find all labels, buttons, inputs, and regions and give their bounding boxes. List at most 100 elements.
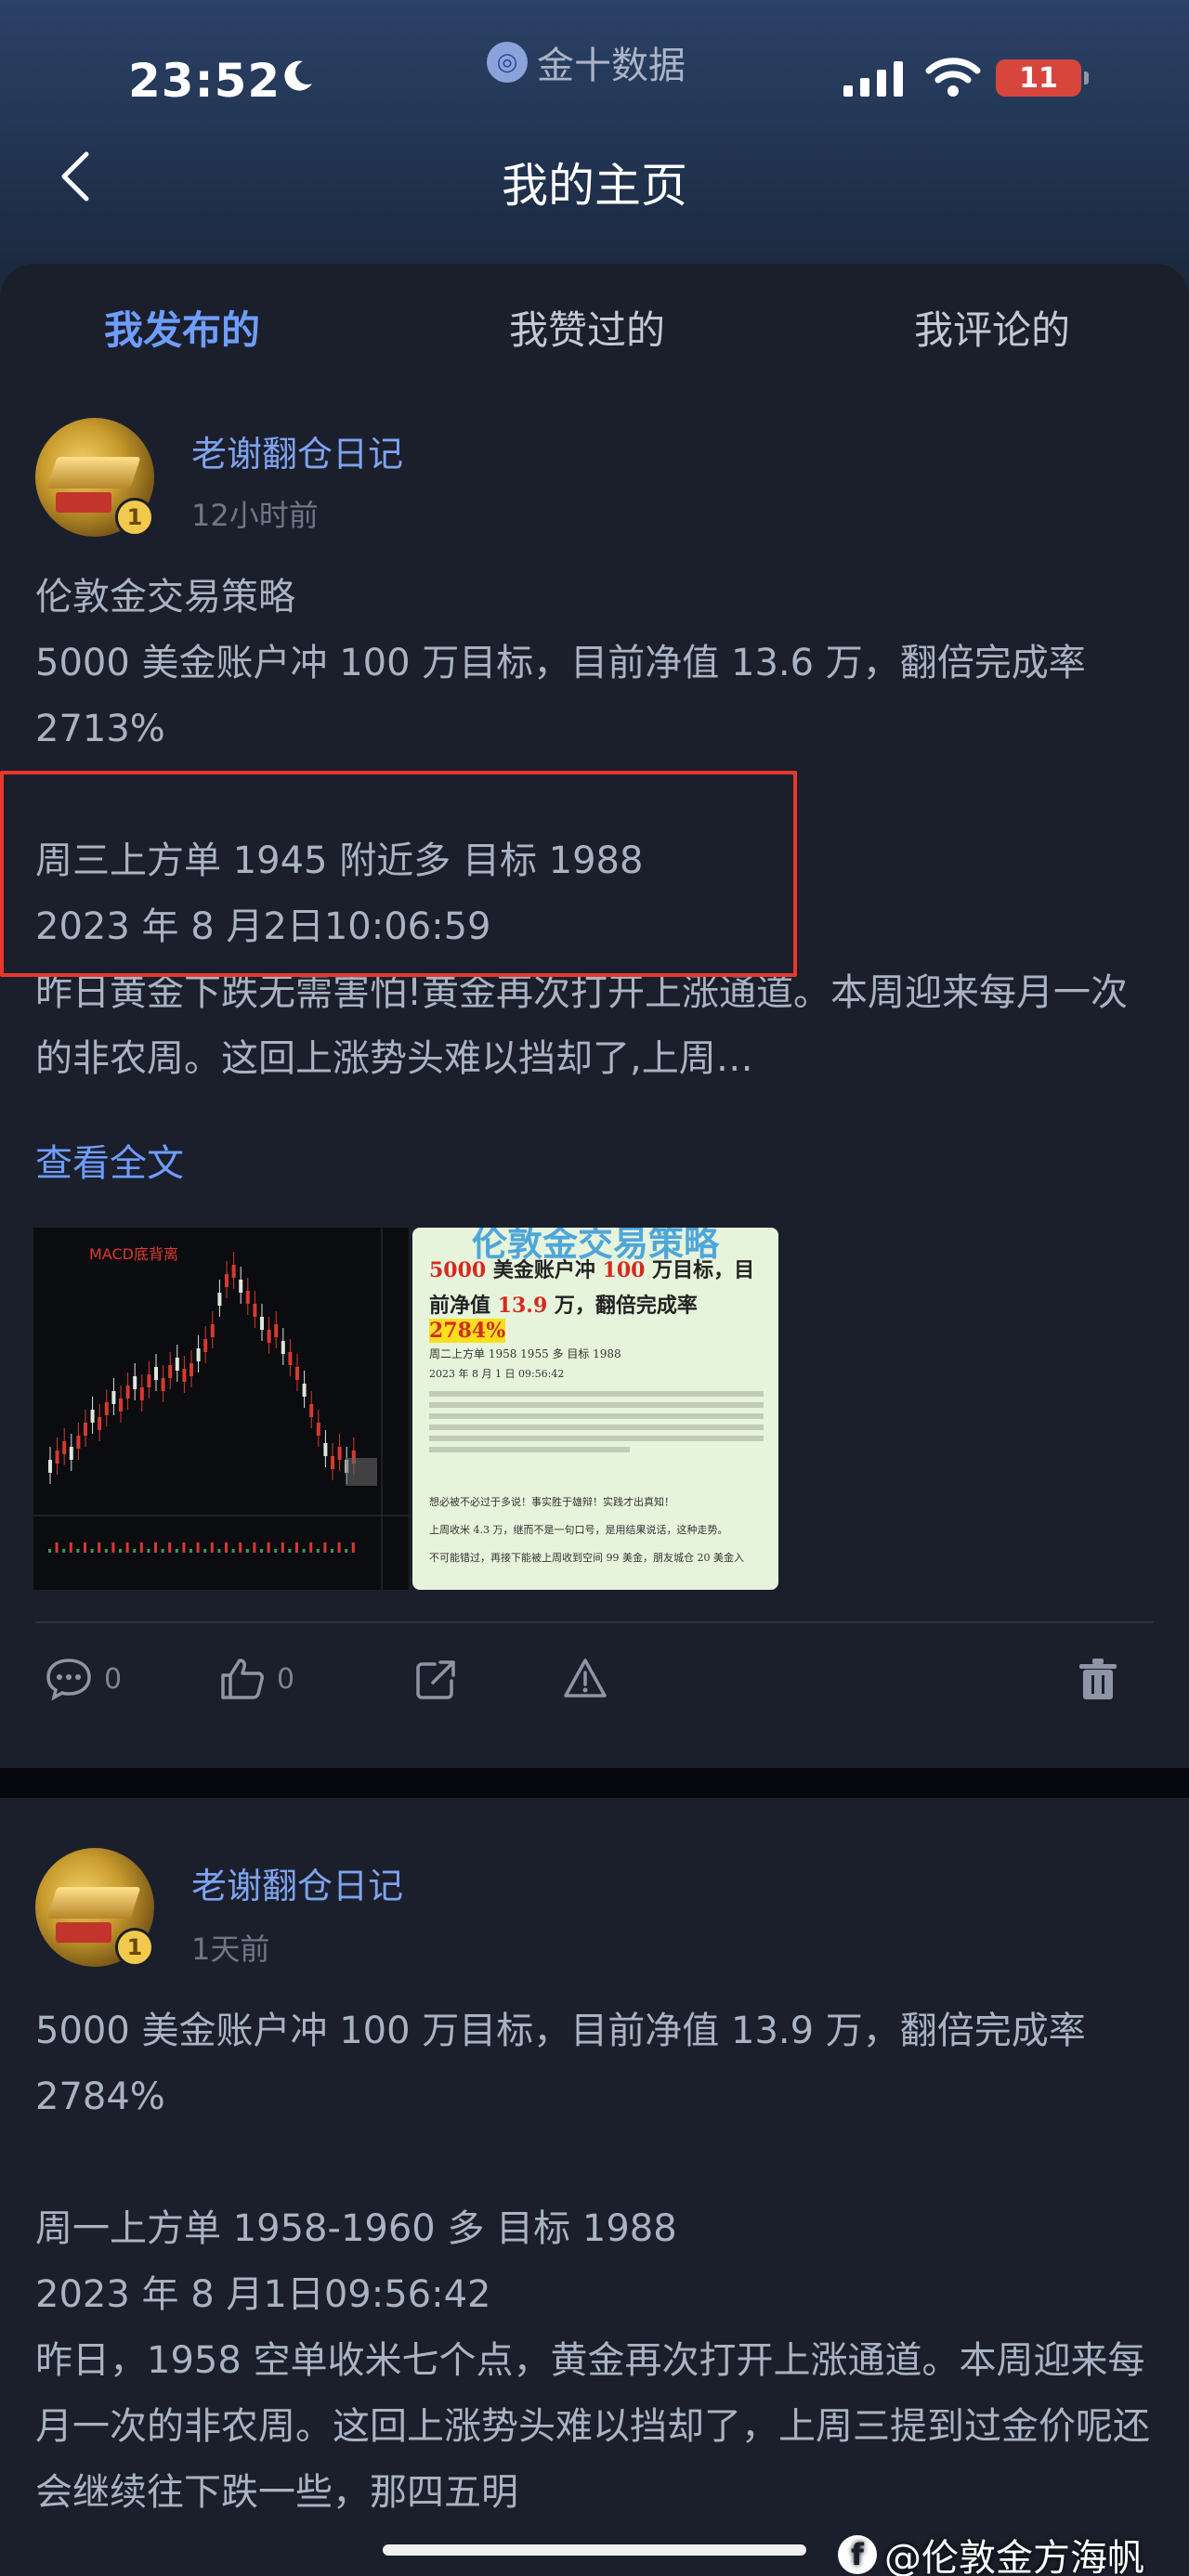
strategy-thumbnail[interactable]: 伦敦金交易策略 5000 美金账户冲 100 万目标，目 前净值 13.9 万，… [412, 1228, 778, 1590]
comment-button[interactable]: 0 [45, 1657, 122, 1701]
macd-bar [161, 1549, 164, 1553]
battery-level: 11 [1019, 61, 1058, 95]
macd-bar [210, 1542, 214, 1553]
like-button[interactable]: 0 [219, 1657, 294, 1701]
source-app-name: 金十数据 [537, 45, 686, 87]
candle-body [55, 1451, 59, 1464]
macd-bar [281, 1542, 284, 1553]
tab-commented[interactable]: 我评论的 [914, 299, 1070, 356]
macd-bar [316, 1549, 320, 1553]
macd-bar [253, 1542, 256, 1553]
strategy-body-lines [429, 1386, 764, 1458]
macd-bar [302, 1549, 306, 1553]
strategy-detail-2: 2023 年 8 月 1 日 09:56:42 [429, 1368, 565, 1380]
signal-icon [843, 61, 903, 97]
macd-bar [288, 1549, 292, 1553]
candle-body [253, 1304, 257, 1317]
macd-bar [147, 1549, 150, 1553]
candle-body [69, 1447, 73, 1460]
candle-body [196, 1348, 201, 1361]
candle-body [84, 1423, 87, 1436]
candle-body [281, 1341, 285, 1354]
battery-icon: 11 [996, 59, 1089, 97]
macd-bar [175, 1549, 178, 1553]
section-separator [0, 1768, 1189, 1798]
candle-body [210, 1324, 215, 1337]
app-logo-icon: ◎ [487, 42, 528, 83]
wifi-icon [925, 58, 981, 97]
macd-bar [111, 1542, 115, 1553]
candle-body [239, 1280, 243, 1293]
candle-body [104, 1402, 109, 1415]
share-button[interactable] [414, 1657, 459, 1701]
nav-bar: 我的主页 [0, 130, 1189, 223]
tab-bar: 我发布的 我赞过的 我评论的 [0, 299, 1189, 373]
author-name[interactable]: 老谢翻仓日记 [191, 1857, 403, 1908]
candle-body [288, 1352, 293, 1365]
macd-bar [154, 1542, 157, 1553]
macd-bar [125, 1542, 129, 1553]
macd-bar [104, 1549, 108, 1553]
tab-published[interactable]: 我发布的 [104, 299, 260, 356]
level-badge: 1 [115, 1928, 154, 1967]
macd-bar [168, 1542, 172, 1553]
candlestick-chart-image: MACD底背离 [33, 1228, 409, 1590]
delete-button[interactable] [1078, 1657, 1118, 1701]
macd-bar [274, 1549, 278, 1553]
candle-body [90, 1410, 95, 1423]
chart-label: MACD底背离 [89, 1245, 178, 1263]
candle-body [267, 1330, 271, 1343]
author-name[interactable]: 老谢翻仓日记 [191, 425, 403, 476]
watermark: f @伦敦金方海帆 [838, 2528, 1144, 2576]
candle-body [189, 1363, 193, 1376]
candle-body [331, 1456, 334, 1469]
macd-bar [351, 1542, 355, 1553]
strategy-line-1: 5000 美金账户冲 100 万目标，目 [429, 1258, 755, 1282]
post-body[interactable]: 5000 美金账户冲 100 万目标，目前净值 13.9 万，翻倍完成率 278… [35, 1998, 1159, 2526]
macd-bar [331, 1549, 333, 1553]
candle-body [154, 1367, 158, 1380]
candle-body [62, 1441, 67, 1454]
candle-body [274, 1324, 279, 1337]
facebook-icon: f [838, 2535, 877, 2574]
page-title: 我的主页 [502, 159, 687, 213]
candle-body [111, 1391, 116, 1404]
report-button[interactable] [563, 1657, 608, 1699]
candle-body [76, 1436, 81, 1449]
strategy-line-2: 前净值 13.9 万，翻倍完成率 2784% [429, 1294, 698, 1343]
like-count: 0 [277, 1662, 295, 1696]
comment-icon [46, 1659, 91, 1701]
chart-thumbnail[interactable]: MACD底背离 [33, 1228, 409, 1590]
candle-body [48, 1460, 52, 1473]
post-time: 12小时前 [191, 498, 319, 533]
macd-bar [189, 1549, 192, 1553]
macd-bar [323, 1542, 327, 1553]
back-to-app[interactable]: ◎ 金十数据 [487, 37, 686, 87]
strategy-detail-4: 上周收米 4.3 万，继而不是一句口号，是用结果说话，这种走势。 [429, 1524, 728, 1536]
macd-bar [203, 1549, 207, 1553]
share-icon [416, 1660, 455, 1699]
tab-liked[interactable]: 我赞过的 [509, 299, 665, 356]
candle-body [161, 1378, 165, 1391]
divider [35, 1621, 1154, 1623]
candle-body [182, 1369, 187, 1382]
strategy-detail-5: 不可能错过，再接下能被上周收到空间 99 美金，朋友城仓 20 美金入 [429, 1552, 744, 1564]
status-time: 23:52 [128, 54, 281, 108]
view-full-link[interactable]: 查看全文 [35, 1133, 184, 1187]
macd-bar [48, 1549, 51, 1553]
candle-body [147, 1374, 151, 1387]
macd-bar [69, 1542, 72, 1553]
candle-body [119, 1399, 123, 1412]
candle-body [245, 1291, 250, 1304]
strategy-detail-3: 想必被不必过于多说！事实胜于雄辩！实践才出真知！ [429, 1496, 674, 1508]
macd-bar [62, 1549, 66, 1553]
macd-bar [239, 1542, 242, 1553]
macd-bar [225, 1542, 228, 1553]
macd-bar [133, 1549, 137, 1553]
macd-bar [84, 1542, 86, 1553]
macd-bar [90, 1549, 94, 1553]
watermark-text: @伦敦金方海帆 [884, 2537, 1144, 2576]
post-time: 1天前 [191, 1932, 270, 1967]
macd-bar [337, 1542, 341, 1553]
home-indicator[interactable] [383, 2544, 806, 2556]
